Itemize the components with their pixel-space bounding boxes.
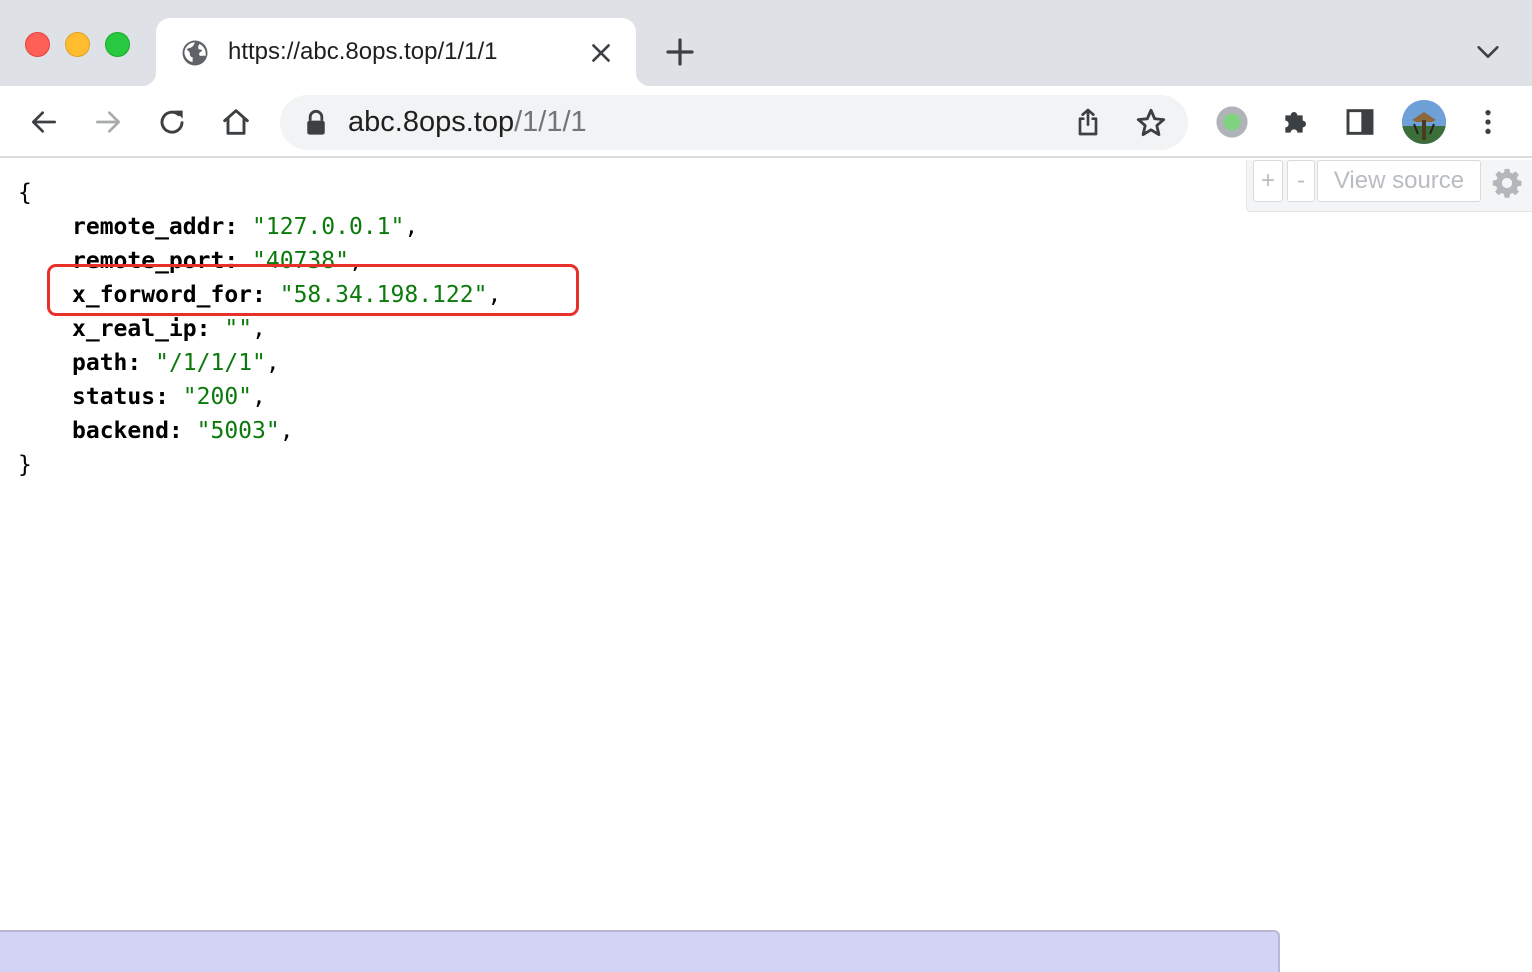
json-viewer-toolbar: + - View source: [1246, 160, 1532, 212]
forward-button[interactable]: [90, 104, 126, 140]
new-tab-icon[interactable]: [664, 36, 696, 68]
active-tab[interactable]: https://abc.8ops.top/1/1/1: [142, 18, 650, 86]
json-key: backend:: [72, 418, 183, 444]
reload-icon: [160, 110, 184, 134]
arrow-left-icon: [32, 111, 56, 133]
json-row-status: status: "200",: [18, 380, 501, 414]
maximize-window-button[interactable]: [105, 32, 130, 57]
close-window-button[interactable]: [25, 32, 50, 57]
json-key: path:: [72, 350, 142, 376]
json-value: "": [224, 316, 253, 342]
side-panel-icon: [1346, 109, 1374, 135]
extension-status-icon: [1216, 106, 1248, 138]
extension-button[interactable]: [1214, 104, 1250, 140]
page-content: { remote_addr: "127.0.0.1", remote_port:…: [0, 160, 1532, 972]
url-text[interactable]: abc.8ops.top/1/1/1: [348, 106, 587, 139]
collapse-all-button[interactable]: -: [1287, 160, 1315, 202]
lock-icon[interactable]: [304, 109, 328, 137]
status-bar: [0, 930, 1280, 972]
back-button[interactable]: [26, 104, 62, 140]
bookmark-star-icon[interactable]: [1134, 106, 1168, 140]
gear-icon[interactable]: [1490, 166, 1524, 200]
json-row-path: path: "/1/1/1",: [18, 346, 501, 380]
share-icon[interactable]: [1072, 106, 1104, 138]
json-comma: ,: [252, 384, 266, 410]
close-tab-icon[interactable]: [588, 40, 614, 66]
json-value: "/1/1/1": [155, 350, 266, 376]
json-close-brace: }: [18, 452, 32, 478]
browser-toolbar: abc.8ops.top/1/1/1: [0, 86, 1532, 158]
globe-icon: [182, 40, 208, 66]
json-comma: ,: [279, 418, 294, 444]
more-vertical-icon: [1485, 110, 1491, 134]
tab-strip: https://abc.8ops.top/1/1/1: [0, 0, 1532, 86]
json-row-x-real-ip: x_real_ip: "",: [18, 312, 501, 346]
side-panel-button[interactable]: [1342, 104, 1378, 140]
puzzle-icon: [1285, 112, 1306, 133]
extensions-button[interactable]: [1278, 104, 1314, 140]
json-comma: ,: [252, 316, 266, 342]
minimize-window-button[interactable]: [65, 32, 90, 57]
url-path: /1/1/1: [514, 106, 587, 138]
home-button[interactable]: [218, 104, 254, 140]
json-comma: ,: [404, 214, 419, 240]
expand-all-button[interactable]: +: [1253, 160, 1283, 202]
home-icon: [223, 109, 249, 135]
json-row-remote-addr: remote_addr: "127.0.0.1",: [18, 210, 501, 244]
json-key: status:: [72, 384, 169, 410]
json-viewer: { remote_addr: "127.0.0.1", remote_port:…: [18, 176, 501, 482]
view-source-button[interactable]: View source: [1317, 160, 1481, 202]
tab-title: https://abc.8ops.top/1/1/1: [228, 38, 498, 65]
address-bar[interactable]: abc.8ops.top/1/1/1: [280, 95, 1188, 150]
json-value: "200": [182, 384, 253, 410]
profile-avatar[interactable]: [1402, 100, 1446, 144]
json-open-brace: {: [18, 180, 32, 206]
highlight-annotation-box: [47, 264, 579, 316]
json-value: "127.0.0.1": [252, 214, 405, 240]
json-comma: ,: [265, 350, 280, 376]
json-key: remote_addr:: [72, 214, 239, 240]
url-host: abc.8ops.top: [348, 106, 515, 138]
profile-avatar-image: [1402, 100, 1446, 144]
chevron-down-icon[interactable]: [1474, 38, 1502, 66]
json-key: x_real_ip:: [72, 316, 211, 342]
arrow-right-icon: [96, 111, 120, 133]
json-value: "5003": [196, 418, 280, 444]
reload-button[interactable]: [154, 104, 190, 140]
menu-button[interactable]: [1470, 104, 1506, 140]
json-row-backend: backend: "5003",: [18, 414, 501, 448]
